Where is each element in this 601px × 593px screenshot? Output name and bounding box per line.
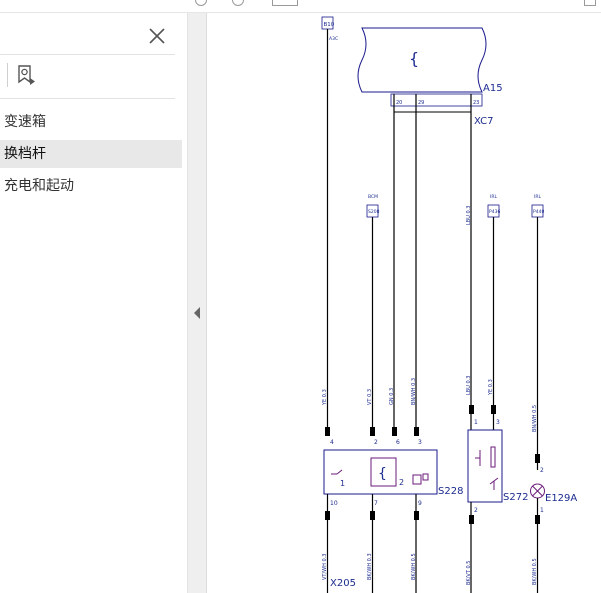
bookmark-list: 变速箱 换档杆 充电和起动	[0, 108, 182, 204]
pin-label: 2	[540, 467, 544, 474]
wire-color-label: BN/WH 0.3	[411, 378, 417, 405]
bookmark-settings-icon	[18, 65, 35, 85]
lamp-label: E129A	[545, 493, 577, 504]
bookmark-item[interactable]: 充电和起动	[0, 172, 182, 200]
wire-color-label: GN 0.3	[389, 388, 395, 405]
toolbar-icon-fragment	[232, 0, 244, 6]
toolbar-icon-fragment	[584, 0, 596, 6]
pin-label: 10	[330, 500, 338, 507]
chevron-left-icon	[194, 307, 200, 319]
switch-contact	[331, 469, 343, 475]
document-viewer[interactable]: B10 A3C { A15 20 29 23 XC7 BCM S208 IRL …	[207, 13, 601, 593]
pin-label: 23	[473, 100, 479, 106]
bookmark-options-button[interactable]	[15, 63, 39, 87]
bookmark-toolbar	[0, 59, 175, 91]
pin-label: 2	[374, 439, 378, 446]
switch-s272-box	[467, 429, 503, 503]
wire-color-label: YE 0.3	[322, 389, 328, 406]
connector-xc7	[390, 93, 483, 107]
switch-pos: 2	[399, 478, 404, 487]
switch-element	[490, 446, 496, 468]
wire-color-label: BK/WH 0.5	[411, 553, 417, 580]
tag: P436	[489, 209, 500, 215]
switch-pos: 1	[340, 479, 345, 488]
pin-label: 29	[418, 100, 424, 106]
wire-color-label: BK/WH 0.5	[532, 558, 538, 585]
wire-color-label: BK/VT 0.5	[466, 561, 472, 585]
wiring-diagram: B10 A3C { A15 20 29 23 XC7 BCM S208 IRL …	[321, 16, 577, 593]
lamp-cross	[532, 485, 543, 497]
fuse-tag: B10	[324, 22, 335, 28]
module-symbol: {	[409, 49, 419, 68]
pin-label: 3	[418, 439, 422, 446]
pin-label: 1	[474, 419, 478, 426]
bookmark-item-selected[interactable]: 换档杆	[0, 140, 182, 168]
bookmark-item[interactable]: 变速箱	[0, 108, 182, 136]
switch-element	[489, 477, 499, 490]
tag-group: IRL	[490, 194, 497, 200]
pin-label: 3	[496, 419, 500, 426]
tag-group: IRL	[534, 194, 541, 200]
wire-color-label: YE 0.3	[488, 379, 494, 396]
switch-element	[412, 474, 422, 485]
pin-label: 20	[396, 100, 402, 106]
divider	[0, 54, 175, 55]
wire-color-label: LBU 0.3	[466, 206, 472, 225]
connector-label: XC7	[474, 116, 493, 127]
wire-color-label: BN/WH 0.5	[532, 405, 538, 432]
panel-splitter[interactable]	[188, 13, 207, 593]
tag-group: BCM	[368, 194, 378, 200]
divider	[0, 98, 175, 99]
bookmarks-panel: 变速箱 换档杆 充电和起动	[0, 13, 188, 593]
pin-terminals	[325, 405, 540, 463]
toolbar-icon-fragment	[195, 0, 207, 6]
close-panel-button[interactable]	[146, 25, 168, 47]
wire-color-label: BK/WH 0.3	[367, 553, 373, 580]
toolbar-field-fragment	[272, 0, 298, 6]
collapse-panel-button[interactable]	[192, 305, 202, 319]
wire-color-label: VT/WH 0.3	[322, 554, 328, 580]
pin-label: 6	[396, 439, 400, 446]
switch-label: S228	[438, 486, 463, 497]
pin-terminals	[325, 511, 540, 524]
pin-label: 2	[474, 507, 478, 514]
close-icon	[149, 28, 165, 44]
connector-label: X205	[330, 578, 356, 589]
wire-color-label: LBU 0.3	[466, 376, 472, 395]
switch-contact	[475, 450, 481, 466]
switch-element	[422, 473, 429, 481]
pin-label: 1	[540, 507, 544, 514]
pin-label: 7	[374, 500, 378, 507]
tag: S208	[368, 209, 380, 215]
switch-symbol: {	[378, 466, 387, 482]
toolbar-separator	[7, 63, 8, 87]
tag: P440	[533, 209, 544, 215]
fuse-tag-sub: A3C	[329, 36, 338, 42]
module-a15	[357, 27, 487, 93]
wire-color-label: VT 0.3	[367, 389, 373, 405]
switch-label: S272	[503, 492, 528, 503]
pin-label: 4	[330, 439, 334, 446]
pin-label: 9	[418, 500, 422, 507]
toolbar-remnant	[0, 0, 601, 13]
module-label: A15	[483, 83, 503, 94]
